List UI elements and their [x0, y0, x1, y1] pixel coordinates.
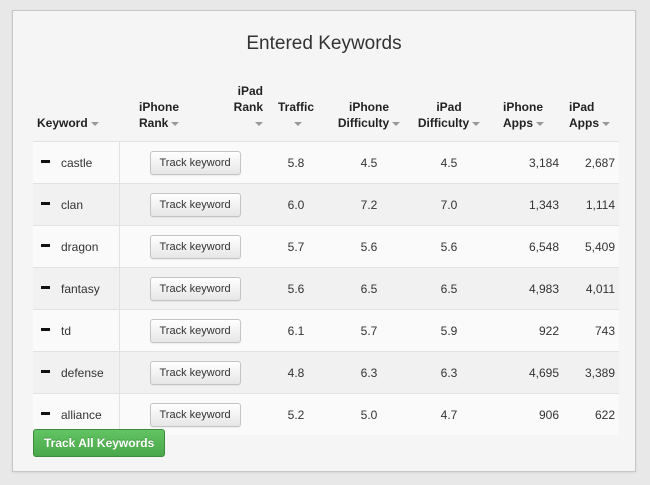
ipad-difficulty-cell: 5.6: [409, 225, 489, 268]
traffic-cell: 5.6: [263, 267, 329, 310]
sort-caret-icon: [90, 121, 99, 126]
ipad-apps-cell: 4,011: [563, 267, 619, 310]
remove-keyword-icon[interactable]: [41, 369, 50, 373]
track-cell: Track keyword: [119, 351, 263, 394]
col-header-iphone-difficulty[interactable]: iPhone Difficulty: [329, 79, 409, 142]
panel-title: Entered Keywords: [246, 33, 402, 54]
sort-caret-icon: [171, 121, 180, 126]
remove-keyword-icon[interactable]: [41, 411, 50, 415]
traffic-cell: 5.8: [263, 141, 329, 184]
sort-caret-icon: [392, 121, 401, 126]
keyword-cell: clan: [33, 183, 120, 226]
sort-caret-icon: [293, 121, 302, 126]
col-header-iphone-apps[interactable]: iPhone Apps: [489, 79, 563, 142]
traffic-cell: 5.2: [263, 393, 329, 435]
sort-caret-icon: [536, 121, 544, 126]
track-cell: Track keyword: [119, 267, 263, 310]
keyword-cell: dragon: [33, 225, 120, 268]
keyword-cell: fantasy: [33, 267, 120, 310]
track-keyword-button[interactable]: Track keyword: [149, 360, 241, 385]
track-cell: Track keyword: [119, 141, 263, 184]
ipad-apps-cell: 3,389: [563, 351, 619, 394]
col-header-ipad-rank[interactable]: iPad Rank: [229, 79, 263, 142]
iphone-apps-cell: 922: [489, 309, 563, 352]
sort-caret-icon: [602, 121, 610, 126]
ipad-apps-cell: 1,114: [563, 183, 619, 226]
iphone-difficulty-cell: 5.7: [329, 309, 409, 352]
iphone-difficulty-cell: 6.3: [329, 351, 409, 394]
iphone-apps-cell: 3,184: [489, 141, 563, 184]
table-row: castle Track keyword 5.8 4.5 4.5 3,184 2…: [33, 141, 619, 184]
iphone-apps-cell: 4,695: [489, 351, 563, 394]
ipad-apps-cell: 2,687: [563, 141, 619, 184]
sort-caret-icon: [255, 121, 263, 126]
ipad-difficulty-cell: 4.7: [409, 393, 489, 435]
iphone-apps-cell: 6,548: [489, 225, 563, 268]
col-header-iphone-rank[interactable]: iPhone Rank: [119, 79, 229, 142]
traffic-cell: 4.8: [263, 351, 329, 394]
keyword-cell: castle: [33, 141, 120, 184]
table-row: dragon Track keyword 5.7 5.6 5.6 6,548 5…: [33, 225, 619, 268]
track-keyword-button[interactable]: Track keyword: [149, 234, 241, 259]
remove-keyword-icon[interactable]: [41, 327, 50, 331]
ipad-difficulty-cell: 4.5: [409, 141, 489, 184]
iphone-apps-cell: 4,983: [489, 267, 563, 310]
iphone-difficulty-cell: 5.6: [329, 225, 409, 268]
ipad-difficulty-cell: 6.5: [409, 267, 489, 310]
iphone-apps-cell: 1,343: [489, 183, 563, 226]
iphone-difficulty-cell: 6.5: [329, 267, 409, 310]
track-keyword-button[interactable]: Track keyword: [149, 318, 241, 343]
table-row: td Track keyword 6.1 5.7 5.9 922 743: [33, 309, 619, 352]
table-header-row: Keyword iPhone Rank iPad Rank Traffic iP…: [33, 79, 619, 142]
traffic-cell: 6.0: [263, 183, 329, 226]
iphone-apps-cell: 906: [489, 393, 563, 435]
track-keyword-button[interactable]: Track keyword: [149, 402, 241, 427]
track-cell: Track keyword: [119, 309, 263, 352]
table-row: fantasy Track keyword 5.6 6.5 6.5 4,983 …: [33, 267, 619, 310]
track-all-keywords-button[interactable]: Track All Keywords: [33, 429, 166, 457]
traffic-cell: 6.1: [263, 309, 329, 352]
iphone-difficulty-cell: 7.2: [329, 183, 409, 226]
remove-keyword-icon[interactable]: [41, 201, 50, 205]
sort-caret-icon: [472, 121, 481, 126]
remove-keyword-icon[interactable]: [41, 159, 50, 163]
keywords-table: Keyword iPhone Rank iPad Rank Traffic iP…: [33, 79, 619, 435]
track-cell: Track keyword: [119, 225, 263, 268]
col-header-keyword[interactable]: Keyword: [33, 79, 119, 142]
keyword-cell: td: [33, 309, 120, 352]
ipad-difficulty-cell: 5.9: [409, 309, 489, 352]
iphone-difficulty-cell: 5.0: [329, 393, 409, 435]
track-cell: Track keyword: [119, 183, 263, 226]
table-row: clan Track keyword 6.0 7.2 7.0 1,343 1,1…: [33, 183, 619, 226]
remove-keyword-icon[interactable]: [41, 285, 50, 289]
traffic-cell: 5.7: [263, 225, 329, 268]
track-keyword-button[interactable]: Track keyword: [149, 150, 241, 175]
keyword-cell: defense: [33, 351, 120, 394]
ipad-apps-cell: 622: [563, 393, 619, 435]
ipad-difficulty-cell: 7.0: [409, 183, 489, 226]
ipad-difficulty-cell: 6.3: [409, 351, 489, 394]
col-header-ipad-apps[interactable]: iPad Apps: [563, 79, 619, 142]
ipad-apps-cell: 743: [563, 309, 619, 352]
ipad-apps-cell: 5,409: [563, 225, 619, 268]
col-header-traffic[interactable]: Traffic: [263, 79, 329, 142]
iphone-difficulty-cell: 4.5: [329, 141, 409, 184]
track-keyword-button[interactable]: Track keyword: [149, 192, 241, 217]
keywords-panel: Entered Keywords Keyword iPhone Rank iPa…: [12, 10, 636, 472]
table-row: defense Track keyword 4.8 6.3 6.3 4,695 …: [33, 351, 619, 394]
remove-keyword-icon[interactable]: [41, 243, 50, 247]
track-keyword-button[interactable]: Track keyword: [149, 276, 241, 301]
col-header-ipad-difficulty[interactable]: iPad Difficulty: [409, 79, 489, 142]
